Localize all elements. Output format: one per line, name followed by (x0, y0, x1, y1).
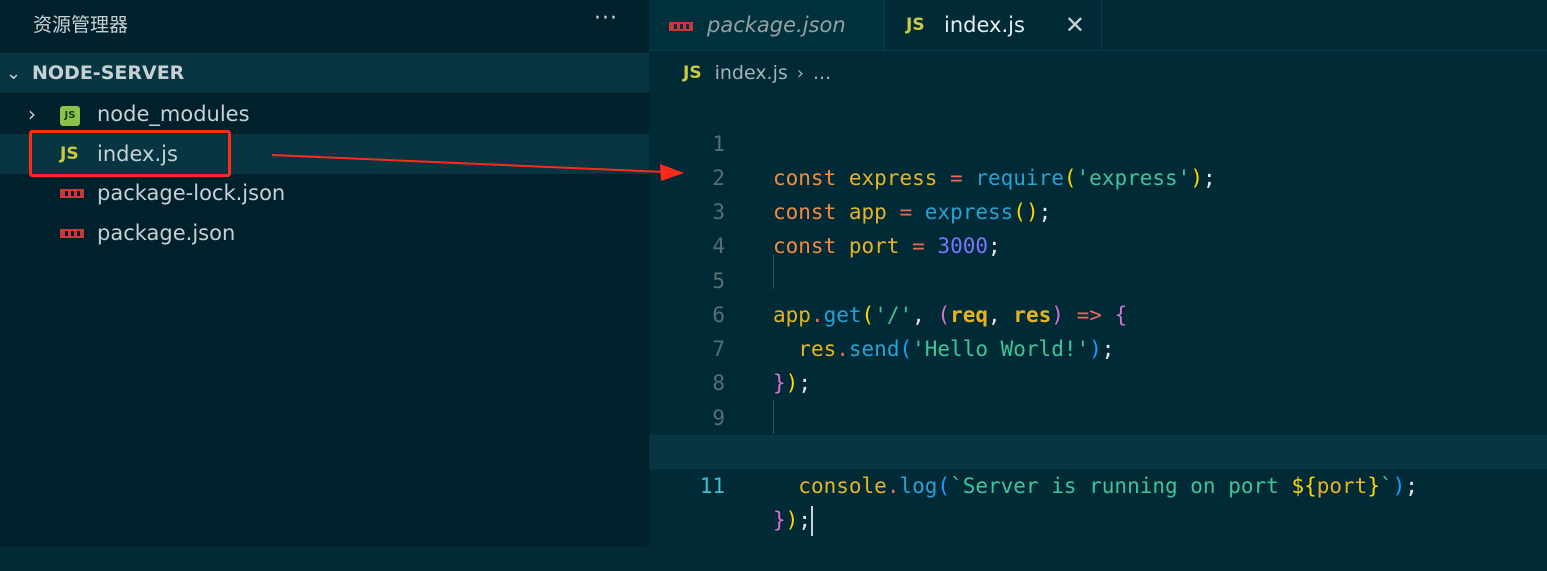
annotation-arrow (271, 154, 684, 181)
